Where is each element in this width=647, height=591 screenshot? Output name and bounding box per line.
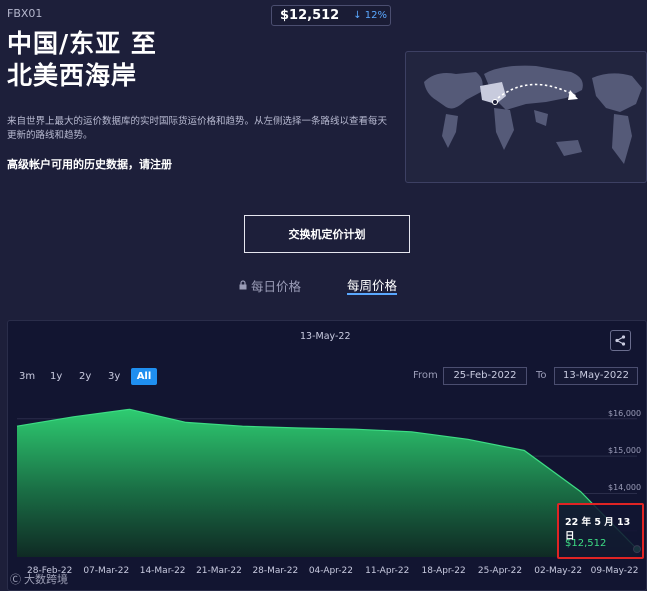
pricing-plan-button[interactable]: 交换机定价计划 (244, 215, 410, 253)
price-pill: $12,512 ↓ 12% (271, 5, 391, 26)
to-label: To (536, 370, 547, 381)
x-tick-label: 04-Apr-22 (308, 566, 354, 576)
watermark: Ⓒ 大数跨境 (10, 571, 68, 587)
tab-daily-price[interactable]: 每日价格 (239, 275, 301, 295)
page-title: 中国/东亚 至 北美西海岸 (7, 28, 157, 92)
price-area-chart (16, 408, 641, 557)
x-tick-label: 07-Mar-22 (83, 566, 130, 576)
price-change: ↓ 12% (353, 10, 387, 21)
x-tick-label: 18-Apr-22 (421, 566, 466, 576)
route-description: 来自世界上最大的运价数据库的实时国际货运价格和趋势。从左侧选择一条路线以查看每天… (7, 116, 388, 141)
range-all-button[interactable]: All (131, 368, 157, 385)
range-2y-button[interactable]: 2y (75, 368, 95, 385)
y-tick-label: $16,000 (608, 408, 642, 418)
premium-note: 高级帐户可用的历史数据，请注册 (7, 158, 172, 171)
x-tick-label: 09-May-22 (590, 566, 639, 576)
range-3m-button[interactable]: 3m (15, 368, 39, 385)
title-line-1: 中国/东亚 至 (7, 29, 157, 58)
from-date-input[interactable]: 25-Feb-2022 (443, 367, 527, 385)
chart-current-date: 13-May-22 (300, 331, 351, 342)
down-arrow-icon: ↓ (353, 10, 362, 21)
current-price: $12,512 (280, 8, 340, 23)
watermark-logo-icon: Ⓒ (10, 573, 21, 586)
x-tick-label: 11-Apr-22 (365, 566, 410, 576)
x-tick-label: 25-Apr-22 (477, 566, 523, 576)
tooltip: 22 年 5 月 13 日 $12,512 (557, 503, 644, 559)
from-label: From (413, 370, 438, 381)
tab-weekly-price[interactable]: 每周价格 (347, 275, 398, 295)
tooltip-value: $12,512 (565, 538, 607, 549)
y-tick-label: $15,000 (608, 446, 642, 456)
route-code: FBX01 (7, 7, 43, 20)
x-tick-label: 02-May-22 (534, 566, 583, 576)
x-tick-label: 21-Mar-22 (196, 566, 242, 576)
share-icon (615, 335, 626, 346)
x-tick-label: 28-Mar-22 (252, 566, 299, 576)
to-date-input[interactable]: 13-May-2022 (554, 367, 638, 385)
world-map-icon (424, 65, 642, 164)
watermark-text: 大数跨境 (24, 573, 68, 586)
tab-daily-label: 每日价格 (251, 278, 302, 294)
range-1y-button[interactable]: 1y (46, 368, 66, 385)
share-button[interactable] (610, 330, 631, 351)
title-line-2: 北美西海岸 (7, 61, 138, 90)
price-change-value: 12% (364, 10, 388, 21)
x-tick-label: 14-Mar-22 (139, 566, 186, 576)
y-tick-label: $14,000 (608, 483, 642, 493)
route-map (405, 51, 647, 183)
range-3y-button[interactable]: 3y (104, 368, 124, 385)
lock-icon (239, 280, 247, 290)
area-fill (17, 409, 637, 557)
